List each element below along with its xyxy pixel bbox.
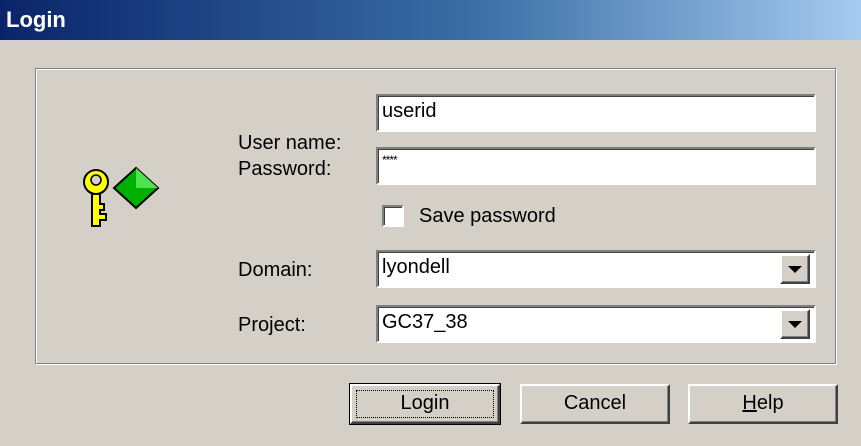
project-label: Project: <box>238 314 306 336</box>
user-name-input[interactable]: userid <box>376 94 816 132</box>
help-mnemonic: H <box>742 392 757 414</box>
window-title: Login <box>6 7 66 32</box>
project-dropdown-button[interactable] <box>780 309 810 339</box>
save-password-checkbox[interactable] <box>382 205 404 227</box>
help-button-label: elp <box>756 392 784 414</box>
password-label: Password: <box>238 158 332 180</box>
help-button[interactable]: Help <box>688 384 838 424</box>
dropdown-arrow-icon <box>788 265 802 273</box>
cancel-button[interactable]: Cancel <box>520 384 670 424</box>
title-bar[interactable]: Login <box>0 0 861 40</box>
password-input[interactable]: **** <box>376 147 816 185</box>
cancel-button-label: Cancel <box>563 392 627 414</box>
login-button[interactable]: Login <box>349 383 501 425</box>
user-name-label: User name: <box>238 132 342 154</box>
save-password-label[interactable]: Save password <box>419 204 556 228</box>
key-icon <box>78 160 168 240</box>
domain-select[interactable]: lyondell <box>376 250 816 288</box>
project-select[interactable]: GC37_38 <box>376 305 816 343</box>
dropdown-arrow-icon <box>788 320 802 328</box>
login-button-label: Login <box>400 392 450 414</box>
domain-dropdown-button[interactable] <box>780 254 810 284</box>
domain-label: Domain: <box>238 259 313 281</box>
